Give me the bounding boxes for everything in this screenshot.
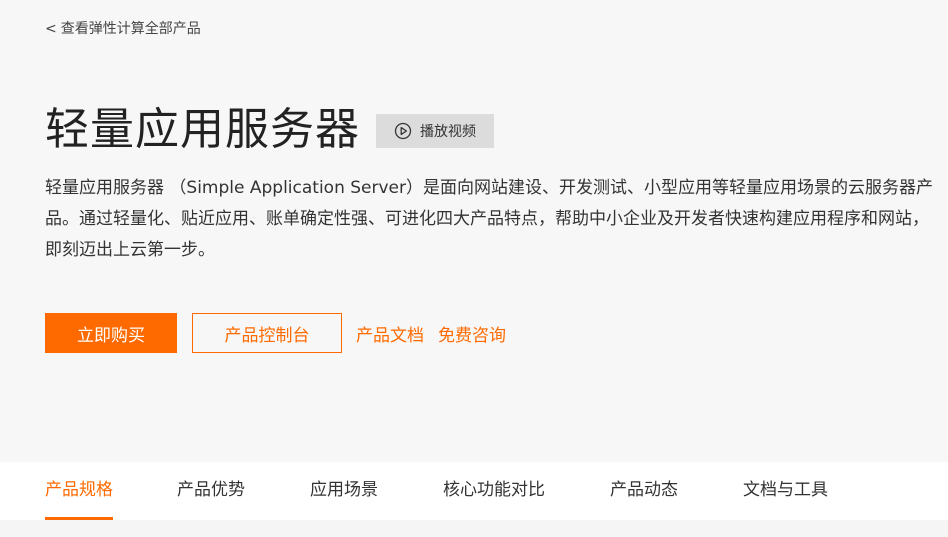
tab-docs-and-tools[interactable]: 文档与工具 [743,462,828,520]
free-consult-link[interactable]: 免费咨询 [438,321,506,346]
tab-use-cases[interactable]: 应用场景 [310,462,378,520]
back-to-all-products-link[interactable]: < 查看弹性计算全部产品 [45,18,201,38]
page-title: 轻量应用服务器 [45,104,360,155]
back-link-label: 查看弹性计算全部产品 [60,21,201,37]
product-description: 轻量应用服务器 （Simple Application Server）是面向网站… [45,178,933,260]
tab-product-advantages[interactable]: 产品优势 [177,462,245,520]
page-bottom-strip [0,520,948,537]
tab-product-specs[interactable]: 产品规格 [45,462,113,520]
chevron-left-icon: < [45,21,57,37]
title-row: 轻量应用服务器 播放视频 [45,102,494,158]
section-tab-bar: 产品规格 产品优势 应用场景 核心功能对比 产品动态 文档与工具 [0,462,948,520]
tab-core-feature-comparison[interactable]: 核心功能对比 [443,462,545,520]
play-video-label: 播放视频 [420,124,476,140]
play-video-button[interactable]: 播放视频 [376,114,494,148]
product-console-button[interactable]: 产品控制台 [192,313,342,353]
buy-now-button[interactable]: 立即购买 [45,313,177,353]
play-circle-icon [394,122,412,140]
tab-product-news[interactable]: 产品动态 [610,462,678,520]
product-docs-link[interactable]: 产品文档 [356,321,424,346]
hero-section: < 查看弹性计算全部产品 轻量应用服务器 播放视频 轻量应用服务器 （Simple… [0,0,948,462]
action-bar: 立即购买 产品控制台 产品文档 免费咨询 [45,313,506,353]
